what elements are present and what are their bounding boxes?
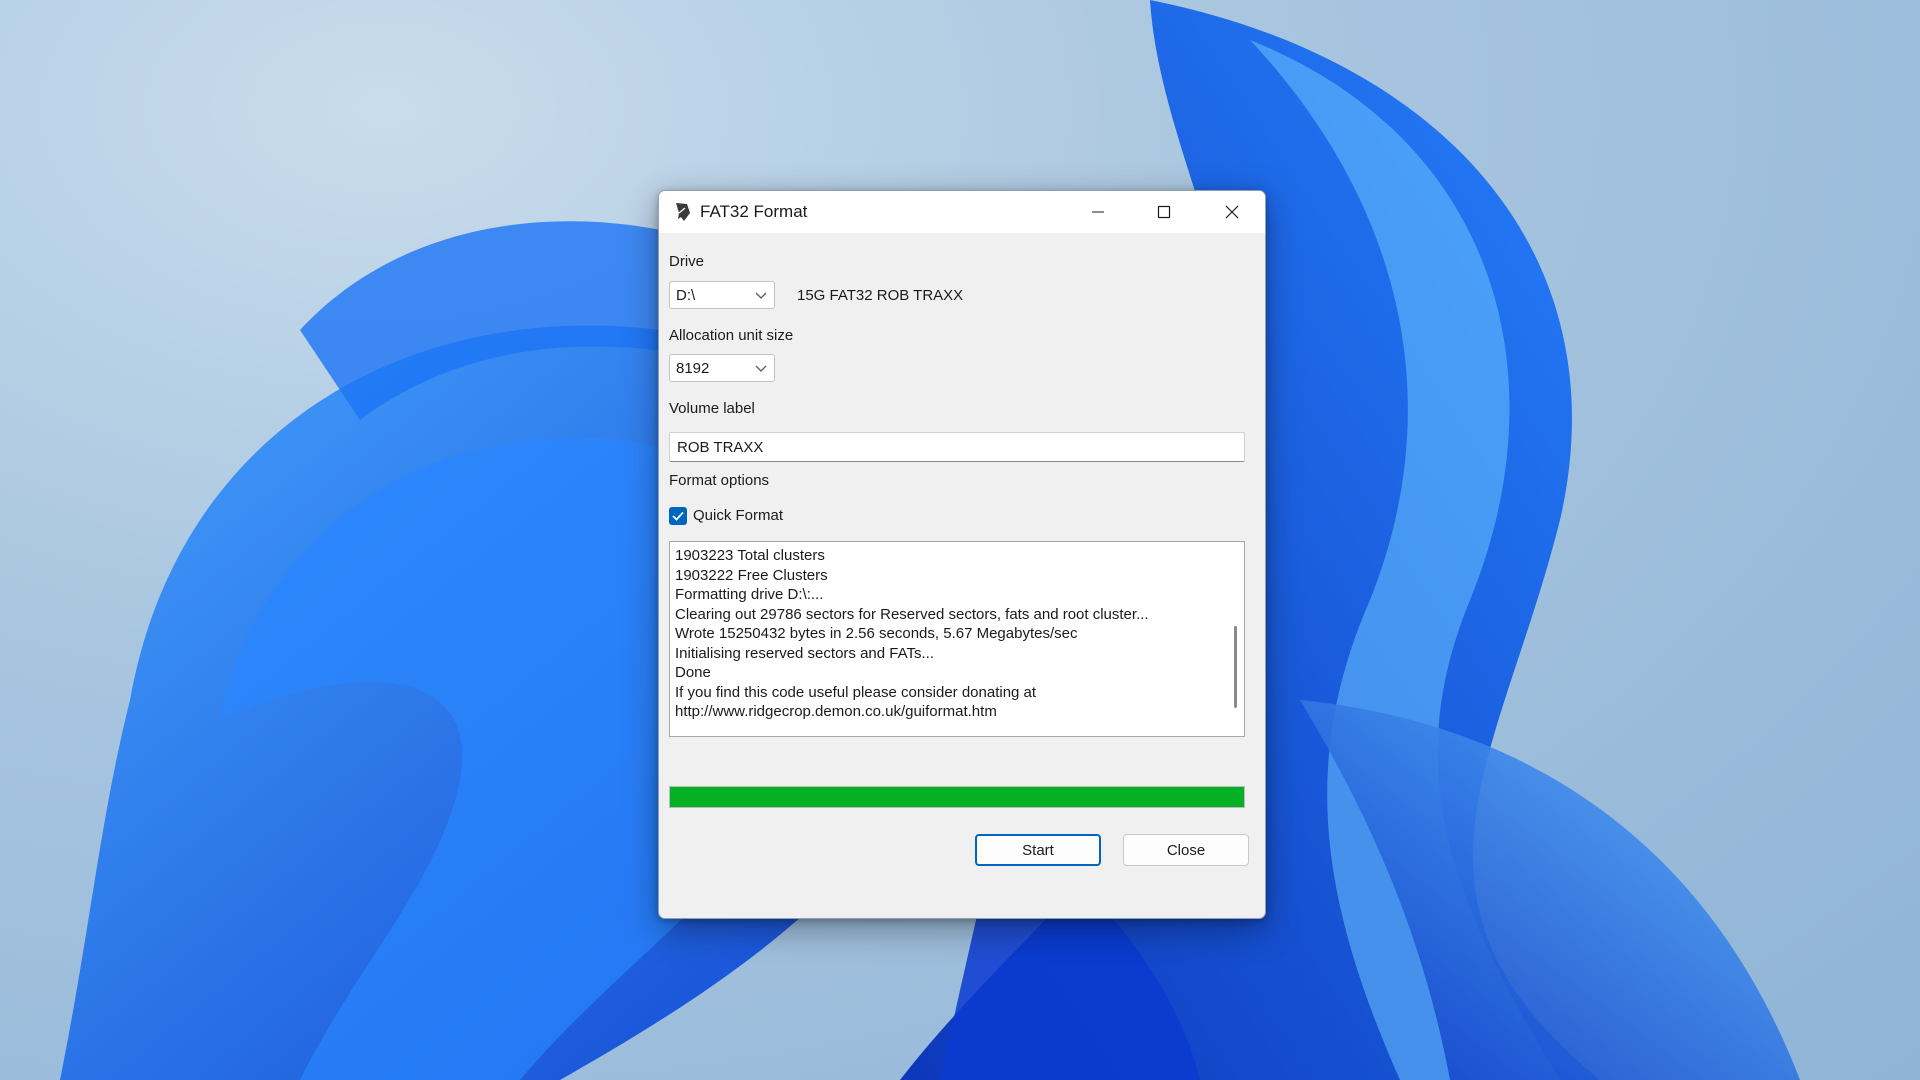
allocation-unit-size-select[interactable]: 8192 <box>669 354 775 382</box>
format-progress-fill <box>670 787 1244 807</box>
log-line: Wrote 15250432 bytes in 2.56 seconds, 5.… <box>675 625 1078 642</box>
chevron-down-icon <box>755 292 767 299</box>
maximize-icon <box>1157 205 1171 219</box>
maximize-button[interactable] <box>1131 191 1197 233</box>
quick-format-label[interactable]: Quick Format <box>693 507 783 524</box>
log-line: Formatting drive D:\:... <box>675 586 824 603</box>
log-line: Clearing out 29786 sectors for Reserved … <box>675 605 1149 623</box>
chevron-down-icon <box>755 365 767 372</box>
fat32-format-dialog: FAT32 Format Drive D:\ 15G FAT32 ROB TRA… <box>658 190 1266 919</box>
volume-label-value: ROB TRAXX <box>677 439 764 456</box>
log-lines: 1903223 Total clusters 1903222 Free Clus… <box>675 546 1149 722</box>
log-line: If you find this code useful please cons… <box>675 683 1037 701</box>
volume-label-label: Volume label <box>669 400 755 417</box>
desktop-background: FAT32 Format Drive D:\ 15G FAT32 ROB TRA… <box>0 0 1920 1080</box>
status-log[interactable]: 1903223 Total clusters 1903222 Free Clus… <box>669 541 1245 737</box>
format-progress-bar <box>669 786 1245 808</box>
start-button[interactable]: Start <box>975 834 1101 866</box>
minimize-icon <box>1092 211 1104 213</box>
log-scrollbar-thumb[interactable] <box>1234 626 1237 708</box>
log-line: Initialising reserved sectors and FATs..… <box>675 644 934 662</box>
log-line: http://www.ridgecrop.demon.co.uk/guiform… <box>675 703 997 720</box>
allocation-unit-size-label: Allocation unit size <box>669 327 794 344</box>
title-bar[interactable]: FAT32 Format <box>659 191 1265 233</box>
drive-label: Drive <box>669 253 705 270</box>
quick-format-checkbox[interactable] <box>669 507 687 525</box>
drive-select-value: D:\ <box>676 287 696 304</box>
feather-icon <box>676 203 690 221</box>
close-icon <box>1225 205 1239 219</box>
checkmark-icon <box>672 511 684 521</box>
drive-select[interactable]: D:\ <box>669 281 775 309</box>
drive-description: 15G FAT32 ROB TRAXX <box>797 287 964 304</box>
window-title: FAT32 Format <box>700 202 808 221</box>
log-line: Done <box>675 664 711 681</box>
close-window-button[interactable] <box>1199 191 1265 233</box>
volume-label-input[interactable]: ROB TRAXX <box>669 432 1245 462</box>
allocation-unit-size-value: 8192 <box>676 360 710 377</box>
log-line: 1903222 Free Clusters <box>675 566 828 584</box>
close-button[interactable]: Close <box>1123 834 1249 866</box>
log-scrollbar[interactable] <box>1224 542 1244 736</box>
log-line: 1903223 Total clusters <box>675 547 825 564</box>
format-options-label: Format options <box>669 472 770 489</box>
minimize-button[interactable] <box>1065 191 1131 233</box>
